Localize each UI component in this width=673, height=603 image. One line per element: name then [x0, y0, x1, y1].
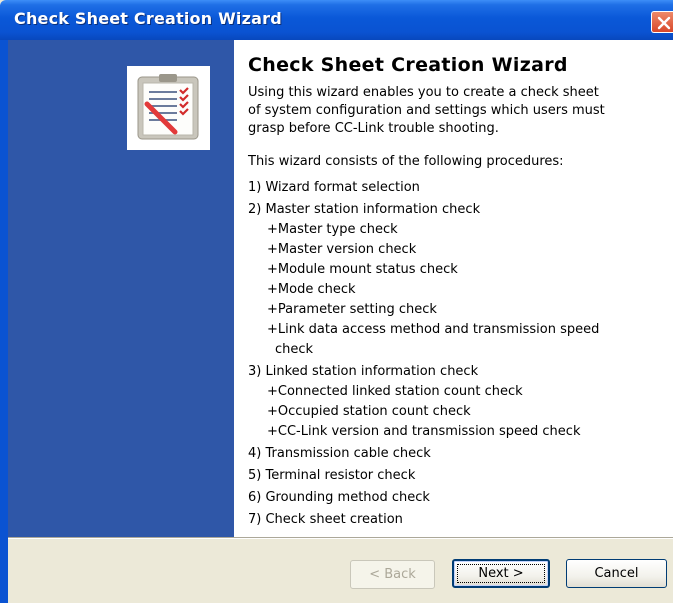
next-button[interactable]: Next >	[452, 559, 550, 588]
intro-text: Using this wizard enables you to create …	[248, 85, 605, 136]
procedure-substep-continued: check	[275, 342, 314, 357]
procedure-step: 1) Wizard format selection	[248, 178, 668, 198]
procedure-step: 2) Master station information check +Mas…	[248, 200, 668, 360]
wizard-window: Check Sheet Creation Wizard Check Sheet …	[0, 0, 673, 603]
procedure-step: 3) Linked station information check +Con…	[248, 362, 668, 442]
title-bar[interactable]: Check Sheet Creation Wizard	[0, 0, 673, 40]
procedure-step: 7) Check sheet creation	[248, 510, 668, 530]
procedure-substep: +Master version check	[267, 242, 417, 257]
back-button-label: < Back	[369, 567, 416, 582]
procedure-step-label: 6) Grounding method check	[248, 490, 430, 505]
procedure-substep: +Mode check	[267, 282, 356, 297]
window-title: Check Sheet Creation Wizard	[14, 9, 282, 28]
procedure-step-label: 7) Check sheet creation	[248, 512, 403, 527]
procedure-substeps: +Connected linked station count check +O…	[267, 382, 668, 442]
procedure-step-label: 4) Transmission cable check	[248, 446, 431, 461]
procedure-substeps: +Master type check +Master version check…	[267, 220, 668, 360]
procedure-list: 1) Wizard format selection 2) Master sta…	[248, 178, 668, 532]
wizard-logo	[127, 66, 210, 150]
procedure-substep: +Connected linked station count check	[267, 384, 523, 399]
procedure-substep: +Link data access method and transmissio…	[267, 322, 600, 337]
wizard-client-area: Check Sheet Creation Wizard Using this w…	[8, 40, 673, 603]
procedure-step: 5) Terminal resistor check	[248, 466, 668, 486]
procedure-substep: +Occupied station count check	[267, 404, 471, 419]
cancel-button-label: Cancel	[594, 566, 639, 581]
procedure-step-label: 5) Terminal resistor check	[248, 468, 416, 483]
procedure-substep: +Master type check	[267, 222, 398, 237]
next-button-label: Next >	[478, 566, 524, 581]
wizard-content: Check Sheet Creation Wizard Using this w…	[234, 40, 673, 537]
procedure-step-label: 1) Wizard format selection	[248, 180, 420, 195]
procedure-substep: +CC-Link version and transmission speed …	[267, 424, 581, 439]
window-frame-left	[0, 40, 8, 603]
procedure-step: 4) Transmission cable check	[248, 444, 668, 464]
cancel-button[interactable]: Cancel	[566, 559, 667, 588]
procedure-step-label: 3) Linked station information check	[248, 364, 479, 379]
procedures-lead: This wizard consists of the following pr…	[248, 154, 564, 169]
procedure-substep: +Parameter setting check	[267, 302, 437, 317]
page-title: Check Sheet Creation Wizard	[248, 54, 568, 76]
close-icon	[657, 16, 671, 30]
procedure-step-label: 2) Master station information check	[248, 202, 481, 217]
wizard-side-panel	[8, 40, 234, 537]
checklist-icon	[137, 74, 199, 140]
button-bar-separator	[8, 537, 673, 539]
close-button[interactable]	[651, 11, 673, 33]
procedure-substep: +Module mount status check	[267, 262, 458, 277]
back-button[interactable]: < Back	[350, 560, 435, 589]
procedure-step: 6) Grounding method check	[248, 488, 668, 508]
